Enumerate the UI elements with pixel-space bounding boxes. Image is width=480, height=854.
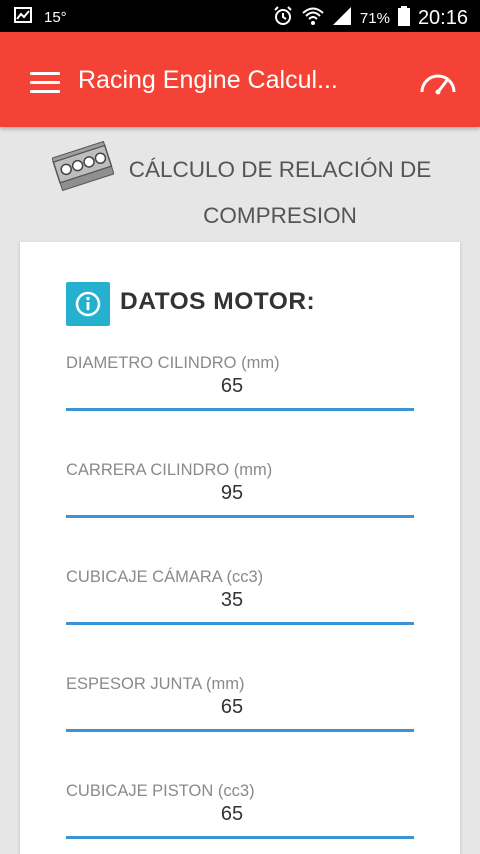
app-bar: Racing Engine Calcul... bbox=[0, 32, 480, 127]
clock-time: 20:16 bbox=[417, 6, 468, 29]
info-button[interactable] bbox=[66, 282, 110, 326]
info-icon bbox=[75, 291, 101, 317]
field-input[interactable]: 65 bbox=[66, 696, 398, 719]
hamburger-menu-icon[interactable] bbox=[30, 72, 60, 94]
temperature-text: 15° bbox=[44, 8, 67, 26]
field-label: DIAMETRO CILINDRO (mm) bbox=[66, 354, 280, 372]
wifi-icon bbox=[302, 6, 324, 30]
field-input[interactable]: 65 bbox=[66, 803, 398, 826]
field-input[interactable]: 65 bbox=[66, 375, 398, 398]
battery-icon bbox=[397, 6, 410, 30]
section-title: DATOS MOTOR: bbox=[120, 288, 316, 315]
field-underline bbox=[66, 622, 414, 625]
field-label: ESPESOR JUNTA (mm) bbox=[66, 675, 245, 693]
page-title-line2: COMPRESION bbox=[203, 203, 357, 228]
field-input[interactable]: 95 bbox=[66, 482, 398, 505]
field-label: CUBICAJE PISTON (cc3) bbox=[66, 782, 255, 800]
status-bar: 15° 71% 20:16 bbox=[0, 0, 480, 32]
gallery-notification-icon bbox=[14, 7, 32, 27]
speedometer-icon[interactable] bbox=[416, 62, 460, 106]
alarm-clock-icon bbox=[272, 5, 294, 31]
cylinder-head-image bbox=[51, 139, 115, 193]
field-underline bbox=[66, 408, 414, 411]
field-underline bbox=[66, 729, 414, 732]
field-underline bbox=[66, 515, 414, 518]
engine-data-card: DATOS MOTOR: DIAMETRO CILINDRO (mm) 65 C… bbox=[20, 242, 460, 854]
calculator-header: CÁLCULO DE RELACIÓN DE COMPRESION bbox=[0, 127, 480, 237]
battery-percent: 71% bbox=[359, 9, 390, 27]
field-label: CUBICAJE CÁMARA (cc3) bbox=[66, 568, 264, 586]
signal-icon bbox=[332, 6, 352, 30]
page-title-line1: CÁLCULO DE RELACIÓN DE bbox=[128, 157, 432, 182]
field-input[interactable]: 35 bbox=[66, 589, 398, 612]
app-title: Racing Engine Calcul... bbox=[78, 66, 338, 94]
field-label: CARRERA CILINDRO (mm) bbox=[66, 461, 273, 479]
field-underline bbox=[66, 836, 414, 839]
page-title: CÁLCULO DE RELACIÓN DE COMPRESION bbox=[120, 147, 440, 239]
